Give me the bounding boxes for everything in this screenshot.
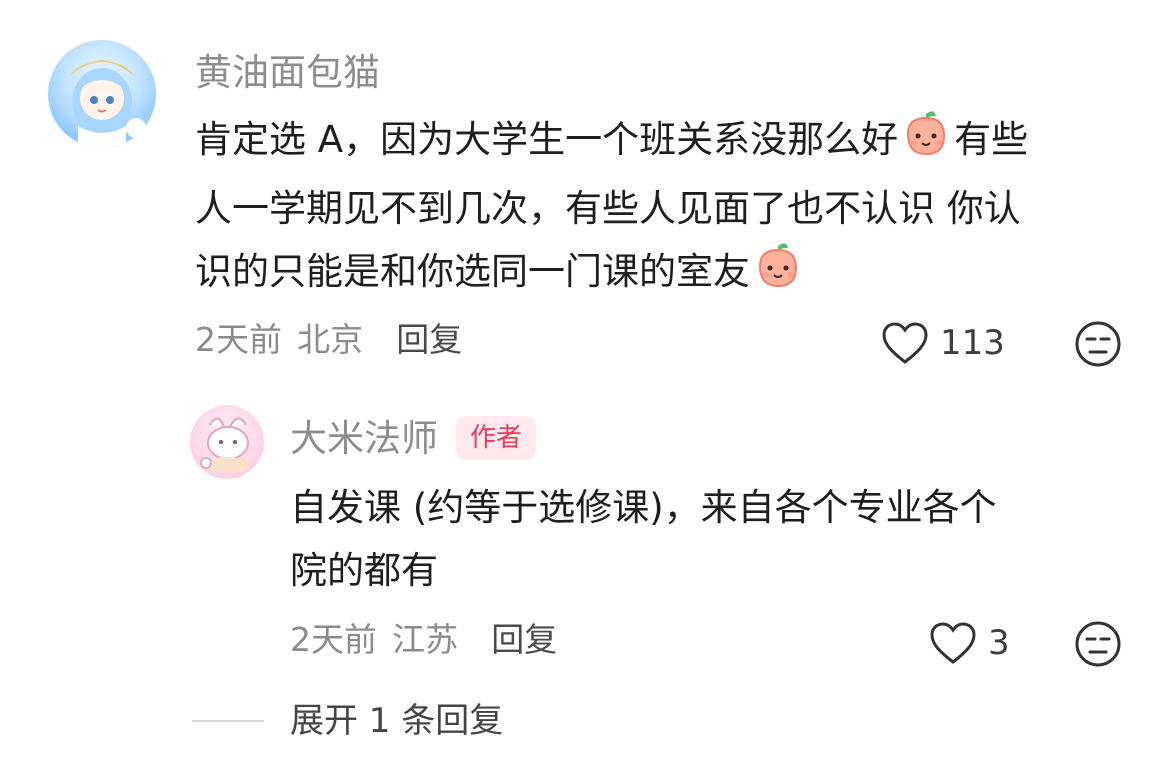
dislike-button[interactable] bbox=[1074, 320, 1122, 372]
anime-girl-avatar-icon bbox=[70, 60, 146, 148]
peach-emoji-icon bbox=[900, 108, 952, 177]
reply-reply-button[interactable]: 回复 bbox=[491, 620, 557, 659]
reply-text-line-1: 自发课 (约等于选修课)，来自各个专业各个 bbox=[290, 486, 997, 529]
reply-avatar[interactable] bbox=[190, 405, 264, 479]
expand-divider bbox=[192, 720, 264, 722]
reply-header: 大米法师 作者 bbox=[290, 416, 537, 460]
comment-text: 肯定选 A，因为大学生一个班关系没那么好 有些 人一学期见不到几次，有些人见面了… bbox=[195, 108, 1135, 309]
heart-icon bbox=[930, 622, 976, 664]
like-count: 113 bbox=[940, 323, 1005, 363]
comment-time: 2天前 bbox=[195, 320, 282, 359]
reply-dislike-button[interactable] bbox=[1074, 620, 1122, 672]
reply-button[interactable]: 回复 bbox=[396, 320, 462, 359]
reply-time: 2天前 bbox=[290, 620, 377, 659]
pink-character-avatar-icon bbox=[200, 417, 249, 473]
commenter-avatar[interactable] bbox=[48, 40, 156, 148]
comment-text-part-4: 识的只能是和你选同一门课的室友 bbox=[195, 250, 750, 293]
comment-text-part-1: 肯定选 A，因为大学生一个班关系没那么好 bbox=[195, 118, 899, 161]
like-button[interactable]: 113 bbox=[880, 320, 1005, 366]
comment-location: 北京 bbox=[297, 320, 364, 359]
reply-like-count: 3 bbox=[988, 623, 1010, 663]
comment-meta: 2天前 北京 回复 bbox=[195, 323, 462, 356]
reply-text: 自发课 (约等于选修课)，来自各个专业各个 院的都有 bbox=[290, 476, 1130, 602]
comment-text-part-3: 人一学期见不到几次，有些人见面了也不认识 你认 bbox=[195, 187, 1021, 230]
commenter-username[interactable]: 黄油面包猫 bbox=[195, 54, 380, 91]
neutral-face-icon bbox=[1075, 621, 1121, 667]
author-badge: 作者 bbox=[456, 416, 537, 460]
neutral-face-icon bbox=[1075, 321, 1121, 367]
expand-replies-button[interactable]: 展开 1 条回复 bbox=[290, 704, 503, 738]
reply-meta: 2天前 江苏 回复 bbox=[290, 623, 557, 656]
reply-like-button[interactable]: 3 bbox=[928, 620, 1010, 666]
reply-location: 江苏 bbox=[392, 620, 459, 659]
reply-username[interactable]: 大米法师 bbox=[290, 420, 438, 457]
peach-emoji-icon bbox=[752, 240, 804, 309]
heart-icon bbox=[882, 322, 928, 364]
comment-text-part-2: 有些 bbox=[954, 118, 1029, 161]
reply-text-line-2: 院的都有 bbox=[290, 549, 438, 592]
